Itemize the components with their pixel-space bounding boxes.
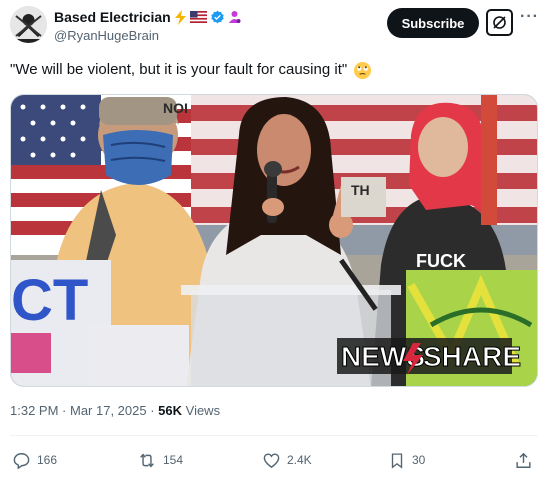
author-display-name[interactable]: Based Electrician bbox=[54, 9, 171, 25]
shirt-text: TH bbox=[351, 182, 370, 198]
news-share-watermark: NEWS SHARE bbox=[337, 338, 522, 375]
avatar[interactable] bbox=[10, 6, 47, 43]
heart-icon bbox=[263, 452, 280, 468]
grok-icon bbox=[493, 16, 506, 29]
tweet-header: Based Electrician @RyanHugeBrain Subscri… bbox=[10, 6, 538, 46]
tweet-time[interactable]: 1:32 PM bbox=[10, 403, 58, 418]
tweet-text: "We will be violent, but it is your faul… bbox=[10, 60, 372, 80]
tweet-meta: 1:32 PM · Mar 17, 2025 · 56K Views bbox=[10, 403, 220, 418]
tweet-media[interactable]: NOI CT FUCK TH NEWS SHARE bbox=[10, 94, 538, 387]
watermark-share: SHARE bbox=[423, 341, 521, 372]
action-bar: 166 154 2.4K 30 bbox=[10, 448, 538, 472]
meta-separator: · bbox=[58, 403, 70, 418]
divider bbox=[10, 435, 538, 436]
video-frame: NOI CT FUCK TH NEWS SHARE bbox=[11, 95, 537, 386]
sign-text-left: CT bbox=[11, 268, 88, 333]
grok-button[interactable] bbox=[486, 9, 513, 36]
repost-count: 154 bbox=[163, 453, 184, 467]
subscribe-button[interactable]: Subscribe bbox=[387, 8, 479, 38]
share-button[interactable] bbox=[514, 448, 533, 472]
more-icon[interactable]: ··· bbox=[520, 9, 538, 34]
share-icon bbox=[516, 452, 531, 468]
tweet-date[interactable]: Mar 17, 2025 bbox=[70, 403, 147, 418]
author-name-row[interactable]: Based Electrician bbox=[54, 9, 241, 25]
lightning-emoji bbox=[174, 9, 186, 25]
us-flag-emoji bbox=[189, 11, 207, 23]
reply-count: 166 bbox=[37, 453, 58, 467]
sign-text-right: FUCK bbox=[416, 251, 466, 271]
avatar-image bbox=[10, 6, 47, 43]
meta-separator-2: · bbox=[146, 403, 159, 418]
views-count: 56K bbox=[158, 403, 183, 418]
like-count: 2.4K bbox=[287, 453, 312, 467]
person-emoji bbox=[228, 11, 241, 23]
author-handle[interactable]: @RyanHugeBrain bbox=[54, 28, 159, 43]
bookmark-button[interactable]: 30 bbox=[388, 448, 425, 472]
repost-button[interactable]: 154 bbox=[137, 448, 183, 472]
repost-icon bbox=[140, 452, 154, 468]
bookmark-icon bbox=[391, 452, 403, 469]
verified-badge-icon bbox=[210, 10, 224, 23]
reply-button[interactable]: 166 bbox=[12, 448, 57, 472]
like-button[interactable]: 2.4K bbox=[262, 448, 312, 472]
bookmark-count: 30 bbox=[412, 453, 426, 467]
reply-icon bbox=[13, 452, 30, 469]
eye-roll-emoji bbox=[354, 61, 372, 79]
tweet-text-body: "We will be violent, but it is your faul… bbox=[10, 61, 348, 78]
views-label: Views bbox=[182, 403, 221, 418]
hat-text: NOI bbox=[163, 100, 188, 116]
